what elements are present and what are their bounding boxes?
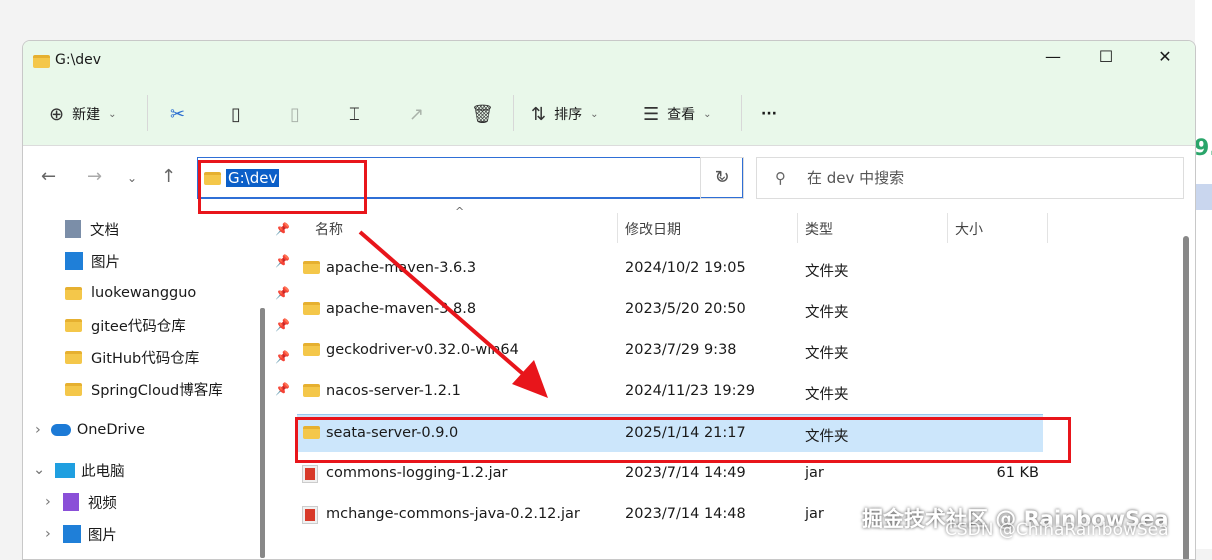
watermark: CSDN @ChinaRainbowSea: [945, 520, 1169, 540]
annotation-arrow: [358, 230, 548, 398]
